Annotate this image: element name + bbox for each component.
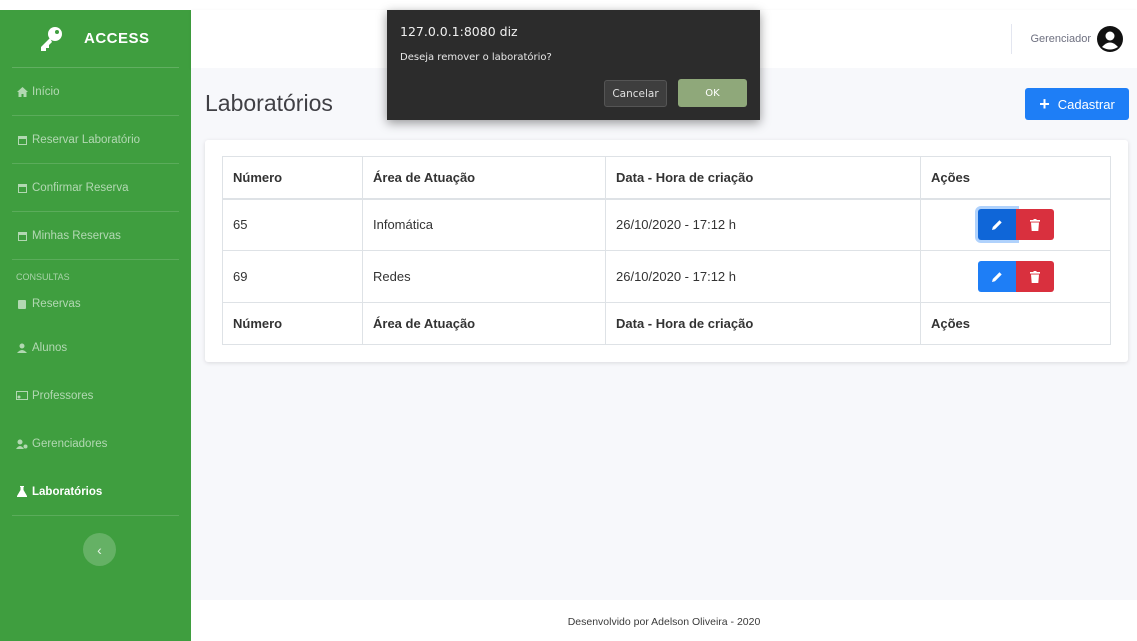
sidebar-item-label: Professores (32, 390, 94, 402)
dialog-ok-button[interactable]: OK (678, 79, 747, 107)
user-name: Gerenciador (1030, 33, 1091, 45)
sidebar-item-inicio[interactable]: Início (12, 68, 179, 116)
sidebar-item-label: Gerenciadores (32, 438, 108, 450)
sidebar-section-heading: CONSULTAS (16, 272, 70, 282)
dialog-origin: 127.0.0.1:8080 diz (400, 24, 518, 39)
pencil-icon (991, 271, 1002, 282)
sidebar-item-label: Confirmar Reserva (32, 181, 129, 194)
cell-actions (920, 198, 1111, 251)
sidebar-item-minhas-reservas[interactable]: Minhas Reservas (12, 212, 179, 260)
users-cog-icon (16, 438, 28, 450)
table-footer-row: Número Área de Atuação Data - Hora de cr… (222, 302, 1111, 345)
delete-button[interactable] (1015, 261, 1054, 292)
cell-numero: 65 (222, 198, 363, 251)
footer-data: Data - Hora de criação (605, 302, 921, 345)
laboratories-card: Número Área de Atuação Data - Hora de cr… (205, 140, 1128, 362)
footer-area: Área de Atuação (362, 302, 606, 345)
header-numero: Número (222, 156, 363, 200)
header-acoes: Ações (920, 156, 1111, 200)
sidebar-item-label: Início (32, 85, 60, 98)
sidebar-item-label: Minhas Reservas (32, 229, 121, 242)
cell-area: Infomática (362, 198, 606, 251)
header-data: Data - Hora de criação (605, 156, 921, 200)
page-footer: Desenvolvido por Adelson Oliveira - 2020 (191, 600, 1137, 641)
sidebar-item-reservas[interactable]: Reservas (12, 284, 179, 324)
flask-icon (16, 486, 28, 498)
sidebar-item-reservar-laboratorio[interactable]: Reservar Laboratório (12, 116, 179, 164)
table-row: 69 Redes 26/10/2020 - 17:12 h (222, 250, 1111, 303)
calendar-list-icon (16, 230, 28, 242)
cell-data: 26/10/2020 - 17:12 h (605, 250, 921, 303)
add-button-label: Cadastrar (1057, 96, 1115, 112)
laboratories-table: Número Área de Atuação Data - Hora de cr… (222, 156, 1111, 345)
delete-button[interactable] (1015, 209, 1054, 241)
table-header-row: Número Área de Atuação Data - Hora de cr… (222, 156, 1111, 200)
page-title: Laboratórios (205, 90, 333, 116)
footer-text: Desenvolvido por Adelson Oliveira - 2020 (567, 616, 761, 628)
pencil-icon (991, 220, 1002, 230)
sidebar-toggle-button[interactable]: ‹ (83, 533, 116, 566)
user-menu[interactable]: Gerenciador (1011, 24, 1123, 54)
sidebar-item-label: Reservar Laboratório (32, 133, 141, 146)
user-circle-icon (1097, 26, 1123, 52)
table-row: 65 Infomática 26/10/2020 - 17:12 h (222, 198, 1111, 251)
cell-numero: 69 (222, 250, 363, 303)
footer-acoes: Ações (920, 302, 1111, 345)
key-icon (41, 26, 62, 51)
header-area: Área de Atuação (362, 156, 606, 200)
chalkboard-teacher-icon (16, 390, 28, 402)
trash-icon (1029, 218, 1040, 231)
calendar-icon (16, 134, 28, 146)
dialog-cancel-button[interactable]: Cancelar (604, 80, 667, 107)
sidebar-item-label: Reservas (32, 298, 81, 310)
brand[interactable]: ACCESS (12, 10, 179, 68)
sidebar-item-label: Laboratórios (32, 485, 103, 498)
sidebar-item-label: Alunos (32, 342, 68, 354)
sidebar-item-laboratorios[interactable]: Laboratórios (12, 468, 179, 516)
sidebar: ACCESS Início Reservar Laboratório Confi… (0, 10, 191, 641)
user-graduate-icon (16, 342, 28, 354)
edit-button[interactable] (977, 209, 1016, 241)
sidebar-item-confirmar-reserva[interactable]: Confirmar Reserva (12, 164, 179, 212)
trash-icon (1029, 270, 1040, 283)
clipboard-icon (16, 298, 28, 310)
dialog-message: Deseja remover o laboratório? (400, 52, 552, 63)
main-content: Laboratórios + Cadastrar Número Área de … (191, 68, 1137, 600)
cell-data: 26/10/2020 - 17:12 h (605, 198, 921, 251)
sidebar-item-alunos[interactable]: Alunos (12, 324, 179, 372)
footer-numero: Número (222, 302, 363, 345)
confirm-dialog: 127.0.0.1:8080 diz Deseja remover o labo… (387, 10, 760, 120)
cell-actions (920, 250, 1111, 303)
cell-area: Redes (362, 250, 606, 303)
edit-button[interactable] (977, 261, 1016, 292)
add-laboratory-button[interactable]: + Cadastrar (1025, 88, 1129, 120)
sidebar-item-gerenciadores[interactable]: Gerenciadores (12, 420, 179, 468)
plus-icon: + (1039, 93, 1050, 114)
home-icon (16, 86, 28, 98)
chevron-left-icon: ‹ (97, 541, 102, 558)
sidebar-item-professores[interactable]: Professores (12, 372, 179, 420)
calendar-check-icon (16, 182, 28, 194)
brand-name: ACCESS (84, 30, 150, 47)
